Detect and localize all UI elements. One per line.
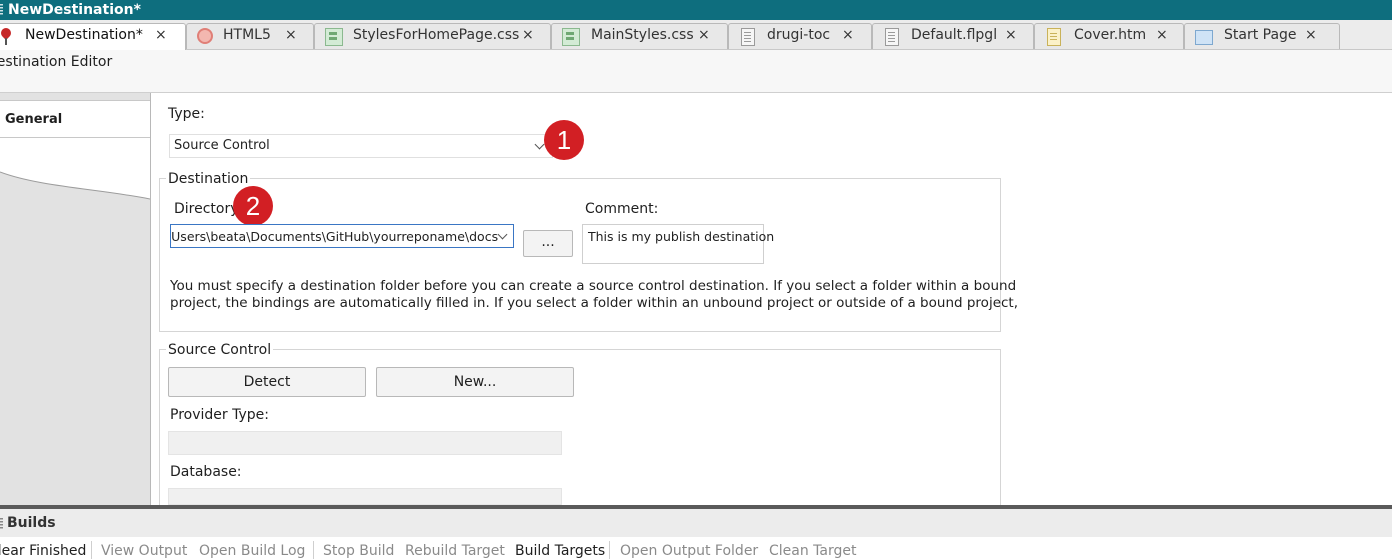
rebuild-target-button[interactable]: Rebuild Target [405, 543, 505, 559]
browse-button[interactable]: ... [523, 230, 573, 257]
tab-label: HTML5 [223, 27, 271, 43]
stylesheet-icon [325, 28, 343, 46]
tab-label: drugi-toc [767, 27, 831, 43]
type-select[interactable]: Source Control [169, 134, 553, 158]
toolbar-separator [313, 541, 314, 559]
close-icon[interactable]: × [285, 27, 297, 43]
tab-cover-htm[interactable]: Cover.htm × [1034, 23, 1184, 49]
type-select-value: Source Control [174, 138, 270, 153]
provider-type-field [168, 431, 562, 455]
callout-badge-2: 2 [233, 186, 273, 226]
help-text-line-2: project, the bindings are automatically … [170, 295, 1019, 311]
tab-mainstyles[interactable]: MainStyles.css × [551, 23, 728, 49]
builds-toolbar: Clear Finished View Output Open Build Lo… [0, 537, 1392, 559]
close-icon[interactable]: × [1005, 27, 1017, 43]
html5-target-icon [197, 28, 213, 44]
toc-document-icon [741, 28, 755, 46]
destination-group-label: Destination [166, 171, 251, 187]
stop-build-button[interactable]: Stop Build [323, 543, 394, 559]
nav-tab-general[interactable]: General [0, 100, 150, 138]
help-text-line-1: You must specify a destination folder be… [170, 278, 1017, 294]
tab-label: NewDestination* [25, 27, 143, 43]
build-targets-button[interactable]: Build Targets [515, 543, 605, 559]
database-field [168, 488, 562, 505]
editor-header: Destination Editor [0, 50, 1392, 93]
chevron-down-icon [497, 229, 508, 240]
stylesheet-icon [562, 28, 580, 46]
start-page-icon [1195, 30, 1213, 45]
chevron-down-icon [534, 139, 545, 150]
map-pin-icon [0, 28, 15, 45]
open-build-log-button[interactable]: Open Build Log [199, 543, 305, 559]
window-title-bar: NewDestination* [0, 0, 1392, 20]
database-label: Database: [170, 464, 242, 480]
tab-label: Cover.htm [1074, 27, 1147, 43]
close-icon[interactable]: × [155, 27, 167, 43]
tab-label: Default.flpgl [911, 27, 998, 43]
provider-type-label: Provider Type: [170, 407, 269, 423]
callout-badge-1: 1 [544, 120, 584, 160]
comment-label: Comment: [585, 201, 659, 217]
editor-title: Destination Editor [0, 54, 113, 70]
open-output-folder-button[interactable]: Open Output Folder [620, 543, 758, 559]
builds-grip [0, 518, 3, 530]
tab-html5[interactable]: HTML5 × [186, 23, 314, 49]
clear-finished-button[interactable]: Clear Finished [0, 543, 86, 559]
close-icon[interactable]: × [698, 27, 710, 43]
source-control-group-label: Source Control [166, 342, 274, 358]
window-title: NewDestination* [8, 2, 141, 18]
close-icon[interactable]: × [522, 27, 534, 43]
directory-label: Directory: [174, 201, 243, 217]
comment-textarea-value: This is my publish destination [588, 229, 775, 244]
toolbar-separator [609, 541, 610, 559]
tab-start-page[interactable]: Start Page × [1184, 23, 1340, 49]
tab-label: MainStyles.css [591, 27, 694, 43]
close-icon[interactable]: × [842, 27, 854, 43]
nav-tab-curve [0, 137, 150, 200]
type-label: Type: [168, 106, 205, 122]
directory-input[interactable]: C:\Users\beata\Documents\GitHub\yourrepo… [170, 224, 514, 248]
detect-button[interactable]: Detect [168, 367, 366, 397]
directory-input-value: C:\Users\beata\Documents\GitHub\yourrepo… [170, 229, 499, 244]
clean-target-button[interactable]: Clean Target [769, 543, 857, 559]
glossary-document-icon [885, 28, 899, 46]
htm-document-icon [1047, 28, 1061, 46]
close-icon[interactable]: × [1156, 27, 1168, 43]
document-tab-strip: NewDestination* × HTML5 × StylesForHomeP… [0, 20, 1392, 50]
tab-default-flpgl[interactable]: Default.flpgl × [872, 23, 1034, 49]
tab-label: Start Page [1224, 27, 1297, 43]
nav-tab-label: General [5, 112, 63, 127]
tab-newdestination[interactable]: NewDestination* × [0, 23, 186, 50]
tab-stylesforhomepage[interactable]: StylesForHomePage.css × [314, 23, 551, 49]
comment-textarea[interactable]: This is my publish destination [582, 224, 774, 264]
title-grip [0, 4, 3, 16]
tab-label: StylesForHomePage.css [353, 27, 520, 43]
view-output-button[interactable]: View Output [101, 543, 187, 559]
tab-drugi-toc[interactable]: drugi-toc × [728, 23, 872, 49]
builds-panel-header: Builds [0, 509, 1392, 537]
toolbar-separator [91, 541, 92, 559]
close-icon[interactable]: × [1305, 27, 1317, 43]
new-button[interactable]: New... [376, 367, 574, 397]
builds-title: Builds [7, 515, 56, 531]
